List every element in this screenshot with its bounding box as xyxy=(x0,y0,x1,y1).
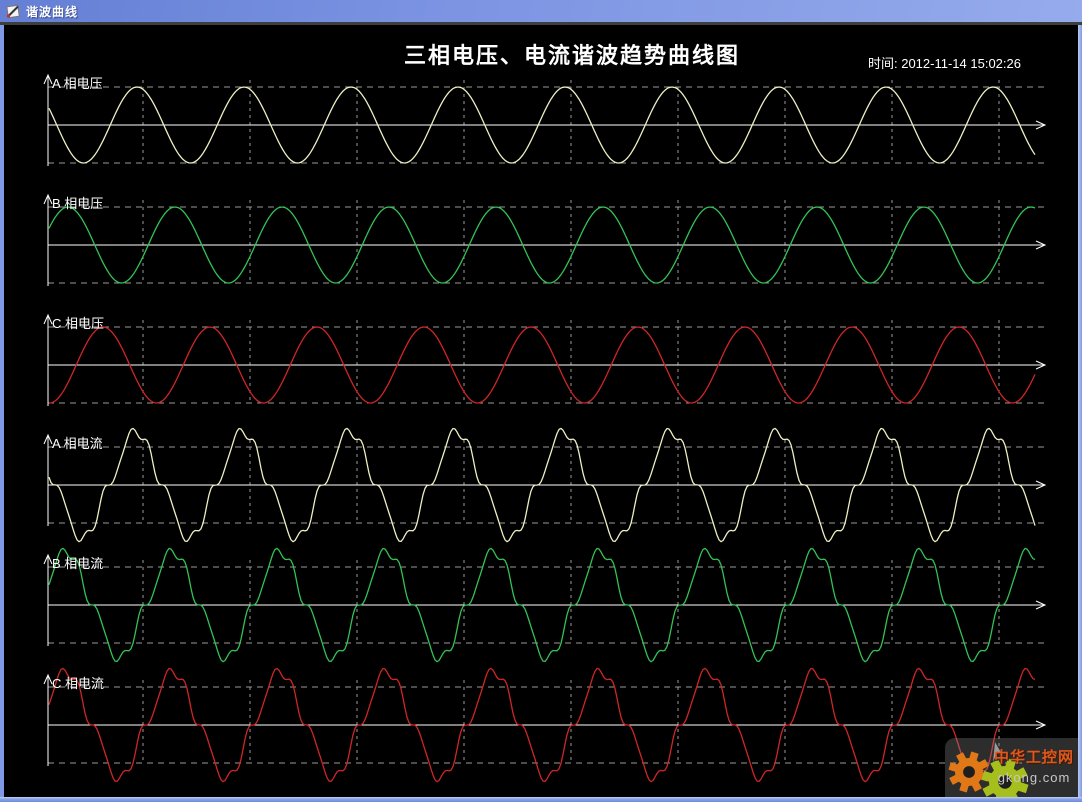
waveform-plot xyxy=(43,73,1047,166)
waveform-plot xyxy=(43,427,1047,543)
window-border-right xyxy=(1078,25,1082,802)
panel-c-voltage: C 相电压 xyxy=(4,310,1078,430)
waveform-plot xyxy=(43,313,1047,406)
watermark-site-url: gkong.com xyxy=(997,770,1071,785)
window-title: 谐波曲线 xyxy=(26,4,79,19)
waveform-label: C 相电压 xyxy=(52,316,105,331)
app-icon[interactable] xyxy=(5,3,21,19)
watermark: 中华工控网 gkong.com xyxy=(945,738,1078,802)
chart-title: 三相电压、电流谐波趋势曲线图 xyxy=(404,43,741,68)
panel-a-current: A 相电流 xyxy=(4,427,1078,550)
waveform-plot xyxy=(43,667,1047,783)
waveform-label: A 相电流 xyxy=(52,436,103,451)
app-window: 谐波曲线 三相电压、电流谐波趋势曲线图 时间: 2012-11-14 15:02… xyxy=(0,0,1082,802)
panel-c-current: C 相电流 xyxy=(4,667,1078,790)
window-border-left xyxy=(0,25,4,802)
waveform-plot xyxy=(43,547,1047,663)
waveform-label: B 相电流 xyxy=(52,556,104,571)
title-bar[interactable]: 谐波曲线 xyxy=(0,0,1082,22)
window-border-bottom xyxy=(0,797,1082,802)
waveform-label: A 相电压 xyxy=(52,76,103,91)
gear-orange-icon xyxy=(948,751,990,793)
watermark-site-name: 中华工控网 xyxy=(993,749,1074,766)
panel-b-voltage: B 相电压 xyxy=(4,190,1078,310)
panel-a-voltage: A 相电压 xyxy=(4,70,1078,190)
waveform-label: B 相电压 xyxy=(52,196,104,211)
waveform-plot xyxy=(43,193,1047,286)
waveform-label: C 相电流 xyxy=(52,676,105,691)
chart-area: 三相电压、电流谐波趋势曲线图 时间: 2012-11-14 15:02:26 A… xyxy=(4,25,1078,802)
panel-b-current: B 相电流 xyxy=(4,547,1078,670)
